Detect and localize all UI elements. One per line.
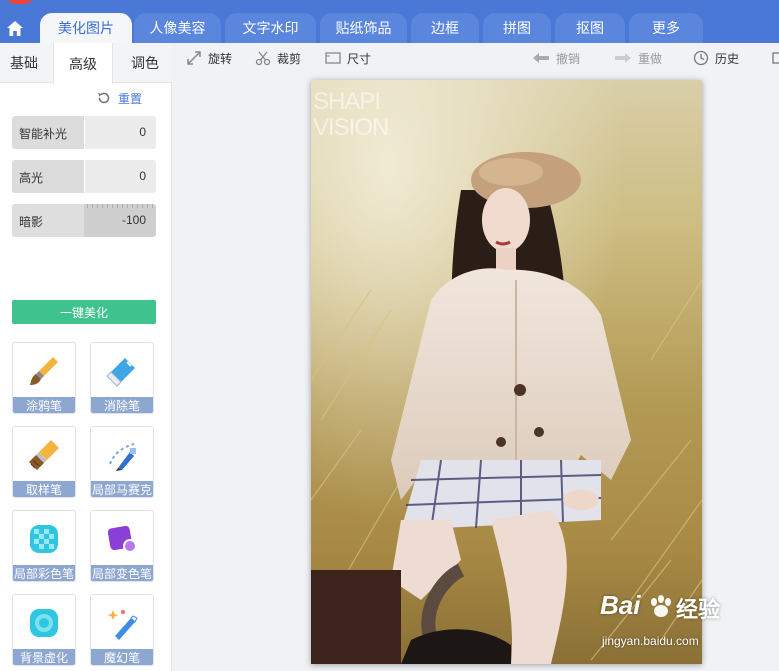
edited-photo[interactable]: SHAPI VISION [311, 80, 702, 664]
tool-local-mosaic[interactable]: 局部马赛克 [90, 426, 154, 498]
baidu-url: jingyan.baidu.com [602, 634, 699, 648]
slider-highlight[interactable]: 高光 0 [12, 160, 156, 193]
size-button[interactable]: 尺寸 [325, 50, 371, 66]
history-button[interactable]: 历史 [693, 50, 739, 66]
resize-icon [325, 52, 341, 64]
tool-local-recolor-pen[interactable]: 局部变色笔 [90, 510, 154, 582]
slider-smart-fill-light[interactable]: 智能补光 0 [12, 116, 156, 149]
tab-cutout[interactable]: 抠图 [555, 13, 625, 43]
redo-button[interactable]: 重做 [614, 50, 662, 66]
subtab-basic[interactable]: 基础 [0, 43, 48, 83]
tab-collage[interactable]: 拼图 [483, 13, 551, 43]
slider-label: 高光 [19, 171, 44, 185]
rotate-button[interactable]: 旋转 [186, 50, 232, 66]
tool-caption: 消除笔 [91, 397, 153, 413]
rotate-label: 旋转 [208, 51, 233, 66]
sample-brush-icon [29, 440, 59, 470]
tool-caption: 背景虚化 [13, 649, 75, 665]
tool-background-blur[interactable]: 背景虚化 [12, 594, 76, 666]
tab-stickers[interactable]: 贴纸饰品 [320, 13, 407, 43]
tool-doodle-pen[interactable]: 涂鸦笔 [12, 342, 76, 414]
crop-button[interactable]: 裁剪 [255, 50, 301, 66]
tool-local-color-pen[interactable]: 局部彩色笔 [12, 510, 76, 582]
color-pen-icon [30, 525, 58, 553]
left-panel: 基础 高级 调色 重置 智能补光 0 高光 0 暗影 -100 一键美化 涂鸦笔… [0, 43, 172, 671]
tab-beautify-image[interactable]: 美化图片 [40, 13, 132, 43]
slider-label: 暗影 [19, 215, 44, 229]
tab-border[interactable]: 边框 [411, 13, 479, 43]
tool-caption: 魔幻笔 [91, 649, 153, 665]
compare-icon [772, 52, 779, 64]
tool-eraser-pen[interactable]: 消除笔 [90, 342, 154, 414]
photo-watermark-line1: SHAPI [313, 88, 381, 115]
tab-portrait[interactable]: 人像美容 [134, 13, 221, 43]
reset-label: 重置 [118, 91, 143, 106]
size-label: 尺寸 [347, 51, 372, 66]
paintbrush-icon [30, 357, 58, 385]
tool-caption: 局部变色笔 [91, 565, 153, 581]
subtab-color[interactable]: 调色 [118, 43, 172, 83]
subtab-advanced[interactable]: 高级 [53, 43, 113, 84]
tab-more[interactable]: 更多 [629, 13, 703, 43]
crop-label: 裁剪 [277, 51, 302, 66]
baidu-paw-icon [651, 595, 671, 617]
redo-arrow-icon [615, 53, 631, 63]
rotate-icon [187, 51, 201, 65]
magic-wand-icon [107, 610, 138, 640]
app-logo [6, 0, 34, 4]
reset-icon [98, 92, 110, 104]
undo-arrow-icon [533, 53, 549, 63]
mosaic-pen-icon [109, 443, 136, 471]
tool-magic-pen[interactable]: 魔幻笔 [90, 594, 154, 666]
slider-value: -100 [121, 213, 146, 227]
top-navigation-bar: 美化图片 人像美容 文字水印 贴纸饰品 边框 拼图 抠图 更多 [0, 0, 779, 43]
reset-button[interactable]: 重置 [96, 90, 142, 106]
home-button[interactable] [0, 13, 30, 43]
photo-watermark-line2: VISION [313, 114, 389, 141]
home-icon [7, 20, 23, 36]
undo-label: 撤销 [556, 51, 581, 66]
blur-icon [30, 609, 58, 637]
baidu-brand: Bai [600, 590, 641, 620]
undo-button[interactable]: 撤销 [532, 50, 580, 66]
one-click-beautify-button[interactable]: 一键美化 [12, 300, 156, 324]
history-label: 历史 [715, 51, 740, 66]
sub-tab-bar: 基础 高级 调色 [0, 43, 172, 84]
tool-caption: 取样笔 [13, 481, 75, 497]
tool-caption: 局部马赛克 [91, 481, 153, 497]
slider-handle[interactable] [84, 116, 85, 149]
tool-caption: 局部彩色笔 [13, 565, 75, 581]
compare-button[interactable] [772, 50, 779, 66]
tool-caption: 涂鸦笔 [13, 397, 75, 413]
eraser-icon [106, 358, 135, 387]
tool-sample-pen[interactable]: 取样笔 [12, 426, 76, 498]
slider-value: 0 [139, 169, 146, 183]
portrait-photo [311, 80, 702, 664]
redo-label: 重做 [638, 51, 663, 66]
slider-label: 智能补光 [19, 127, 68, 141]
scissors-icon [255, 51, 271, 66]
slider-shadow[interactable]: 暗影 -100 [12, 204, 156, 237]
baidu-jingyan-watermark: Bai 经验 jingyan.baidu.com [596, 588, 741, 658]
slider-handle[interactable] [84, 160, 85, 193]
recolor-pen-icon [107, 525, 137, 553]
tab-text-watermark[interactable]: 文字水印 [225, 13, 316, 43]
clock-icon [693, 50, 709, 66]
baidu-brand-cn: 经验 [676, 597, 721, 622]
slider-value: 0 [139, 125, 146, 139]
